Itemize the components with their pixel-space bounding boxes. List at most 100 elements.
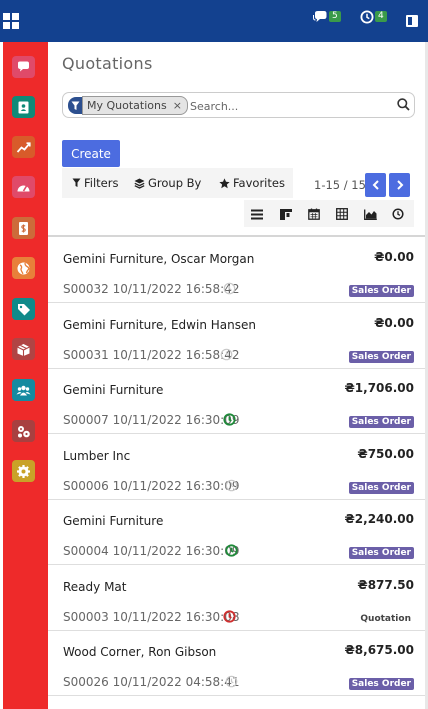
customer-name: Wood Corner, Ron Gibson	[63, 645, 217, 659]
star-icon	[219, 177, 230, 188]
invoice-icon	[19, 221, 28, 235]
sidebar-app-dashboard[interactable]	[12, 176, 35, 198]
order-amount: ₴877.50	[357, 577, 414, 592]
activity-clock-icon[interactable]	[225, 479, 238, 492]
quotation-row[interactable]: Gemini Furniture ₴1,706.00 S00007 10/11/20…	[48, 369, 428, 434]
pager-value[interactable]: 1-15 / 15	[314, 178, 366, 192]
area-chart-icon	[363, 209, 377, 220]
quotation-row[interactable]: Ready Mat ₴877.50 S00003 10/11/2022 16:30:…	[48, 566, 428, 631]
sidebar-app-settings[interactable]	[12, 460, 35, 482]
activity-clock-icon[interactable]	[223, 282, 236, 295]
activity-clock-icon[interactable]	[225, 544, 238, 557]
activities-button[interactable]: 4	[360, 10, 387, 30]
messages-count-badge: 5	[329, 11, 341, 22]
clock-icon	[392, 208, 404, 220]
sidebar-app-chart[interactable]	[12, 136, 35, 158]
order-reference: S00007 10/11/2022 16:30:09	[63, 413, 240, 427]
top-navbar: 5 4	[0, 0, 428, 42]
filters-label: Filters	[84, 176, 119, 190]
sidebar-toggle-icon[interactable]	[406, 15, 418, 27]
quotation-row[interactable]: Gemini Furniture, Edwin Hansen ₴0.00 S0003…	[48, 304, 428, 369]
status-badge: Sales Order	[348, 481, 414, 494]
customer-name: Gemini Furniture	[63, 383, 164, 397]
calendar-view-button[interactable]	[306, 206, 322, 222]
quotation-row[interactable]: Lumber Inc ₴750.00 S00006 10/11/2022 16:30…	[48, 435, 428, 500]
status-badge: Sales Order	[348, 285, 414, 297]
status-badge: Quotation	[360, 613, 411, 624]
chevron-left-icon	[372, 180, 379, 190]
list-divider	[48, 235, 428, 237]
list-view-button[interactable]	[249, 206, 265, 222]
order-amount: ₴1,706.00	[344, 381, 414, 395]
sidebar-app-invoice[interactable]	[12, 217, 35, 239]
favorites-dropdown[interactable]: Favorites	[219, 176, 285, 190]
customer-name: Lumber Inc	[63, 448, 131, 463]
order-reference: S00004 10/11/2022 16:30:09	[63, 544, 240, 558]
create-button[interactable]: Create	[62, 140, 120, 167]
contacts-icon	[18, 101, 29, 113]
sidebar-app-team[interactable]	[12, 379, 35, 401]
status-badge: Sales Order	[348, 547, 414, 559]
sidebar-app-tag[interactable]	[12, 298, 35, 320]
search-input[interactable]	[190, 97, 390, 115]
main-content: Quotations My Quotations × Create Filter…	[48, 42, 428, 709]
quotation-row[interactable]: Wood Corner, Ron Gibson ₴8,675.00 S00026 1…	[48, 631, 428, 696]
sidebar-app-globe[interactable]	[12, 257, 35, 279]
kanban-icon	[280, 208, 292, 220]
chat-icon	[313, 11, 327, 22]
filters-dropdown[interactable]: Filters	[72, 176, 118, 190]
order-amount: ₴0.00	[374, 315, 414, 330]
page-title: Quotations	[62, 54, 153, 73]
pager-previous-button[interactable]	[365, 173, 386, 197]
status-badge: Sales Order	[348, 416, 414, 428]
order-amount: ₴8,675.00	[344, 643, 414, 657]
pivot-view-button[interactable]	[334, 206, 350, 222]
order-reference: S00003 10/11/2022 16:30:08	[63, 609, 240, 624]
order-amount: ₴2,240.00	[344, 512, 414, 526]
view-switcher	[244, 200, 414, 227]
sidebar-app-contacts[interactable]	[12, 96, 35, 118]
sidebar-app-inventory[interactable]	[12, 338, 35, 360]
layers-icon	[134, 178, 145, 189]
filter-facet-icon	[68, 97, 83, 114]
customer-name: Gemini Furniture, Oscar Morgan	[63, 252, 255, 266]
graph-view-button[interactable]	[362, 206, 378, 222]
activities-count-badge: 4	[375, 11, 387, 22]
status-badge: Sales Order	[348, 678, 414, 690]
messages-button[interactable]: 5	[313, 10, 341, 30]
activity-clock-icon[interactable]	[223, 413, 236, 426]
dashboard-icon	[17, 185, 30, 191]
remove-facet-icon[interactable]: ×	[173, 99, 182, 112]
activity-view-button[interactable]	[390, 206, 406, 222]
quotation-row[interactable]: Gemini Furniture ₴2,240.00 S00004 10/11/20…	[48, 500, 428, 565]
group-by-dropdown[interactable]: Group By	[134, 176, 201, 190]
order-reference: S00032 10/11/2022 16:58:42	[63, 282, 240, 296]
status-badge: Sales Order	[348, 350, 414, 363]
order-reference: S00006 10/11/2022 16:30:09	[63, 478, 240, 493]
kanban-view-button[interactable]	[278, 206, 294, 222]
chart-icon	[16, 141, 31, 153]
order-reference: S00031 10/11/2022 16:58:42	[63, 347, 240, 362]
search-options-bar: Filters Group By Favorites	[62, 168, 293, 198]
list-icon	[251, 209, 263, 219]
sidebar-app-manufacturing[interactable]	[12, 420, 35, 442]
table-icon	[336, 208, 348, 220]
order-amount: ₴0.00	[374, 250, 414, 264]
search-facet: My Quotations ×	[82, 96, 188, 115]
pager-next-button[interactable]	[389, 173, 410, 197]
search-icon[interactable]	[397, 98, 410, 111]
quotation-row[interactable]: Gemini Furniture, Oscar Morgan ₴0.00 S0003…	[48, 238, 428, 303]
app-menu-icon[interactable]	[3, 13, 19, 29]
activity-clock-icon[interactable]	[220, 348, 233, 361]
manufacturing-icon	[18, 425, 30, 437]
sidebar-app-chat[interactable]	[12, 56, 35, 78]
app-sidebar	[3, 42, 48, 709]
filter-icon	[72, 178, 81, 187]
search-bar[interactable]: My Quotations ×	[62, 92, 415, 118]
chevron-right-icon	[396, 180, 403, 190]
activity-clock-icon[interactable]	[225, 675, 238, 688]
group-by-label: Group By	[148, 176, 202, 190]
activity-clock-icon[interactable]	[223, 609, 236, 623]
customer-name: Gemini Furniture	[63, 514, 164, 528]
chat-icon	[18, 61, 29, 71]
